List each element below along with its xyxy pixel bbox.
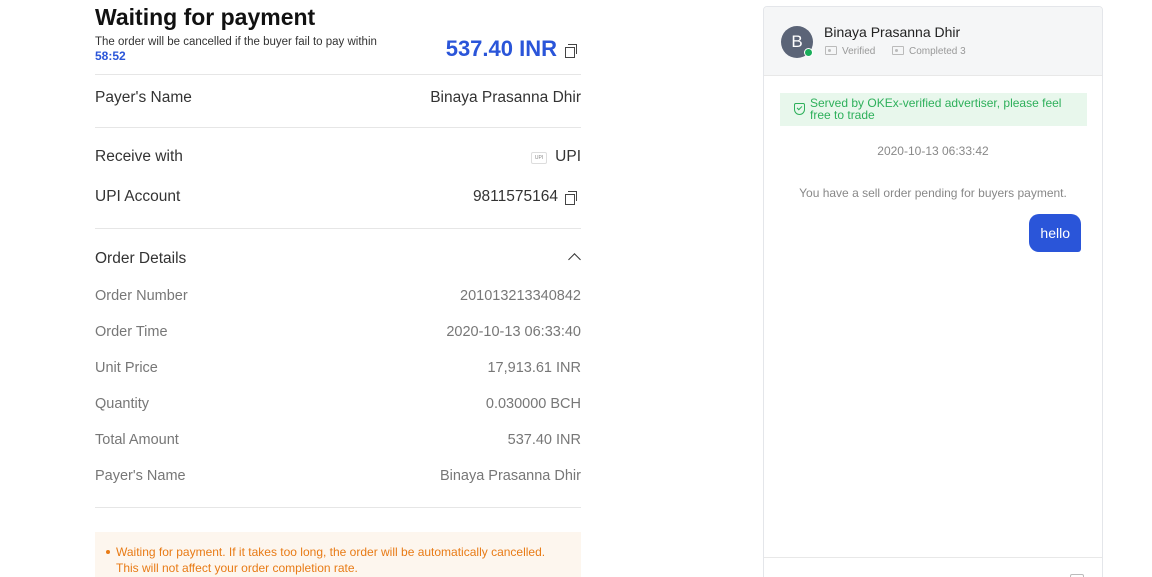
detail-row: Unit Price 17,913.61 INR [95,360,581,380]
system-message: You have a sell order pending for buyers… [799,186,1067,200]
detail-label: Order Time [95,324,168,340]
detail-row: Order Number 201013213340842 [95,288,581,308]
detail-row: Quantity 0.030000 BCH [95,396,581,416]
shield-check-icon [794,103,805,115]
upi-account-label: UPI Account [95,188,181,205]
chat-panel: B Binaya Prasanna Dhir Verified Complete… [763,6,1103,577]
chevron-up-icon[interactable] [568,253,581,266]
detail-row: Order Time 2020-10-13 06:33:40 [95,324,581,344]
chat-input-divider [764,557,1102,558]
detail-label: Unit Price [95,360,158,376]
payer-name-value: Binaya Prasanna Dhir [430,89,581,106]
online-status-icon [804,48,813,57]
detail-value: 2020-10-13 06:33:40 [446,324,581,340]
order-details-header[interactable]: Order Details [95,250,581,270]
upi-account-row: UPI Account 9811575164 [95,188,581,208]
copy-account-icon[interactable] [565,191,577,205]
detail-row: Payer's Name Binaya Prasanna Dhir [95,468,581,488]
detail-label: Payer's Name [95,468,186,484]
notice-line-1: Waiting for payment. If it takes too lon… [116,545,546,559]
detail-value: Binaya Prasanna Dhir [439,468,581,484]
id-card-icon [825,46,837,55]
divider [95,507,581,508]
chat-timestamp: 2020-10-13 06:33:42 [877,144,989,158]
detail-value: 537.40 INR [507,432,581,448]
upi-logo-icon: UPI [531,152,547,164]
payment-notice: Waiting for payment. If it takes too lon… [95,532,581,577]
receive-with-row: Receive with UPI UPI [95,148,581,168]
message-bubble: hello [1029,214,1081,252]
divider [95,127,581,128]
divider [95,228,581,229]
verified-banner: Served by OKEx-verified advertiser, plea… [780,93,1087,126]
detail-value: 201013213340842 [460,288,581,304]
detail-label: Total Amount [95,432,179,448]
detail-label: Quantity [95,396,149,412]
upi-account-value: 9811575164 [472,188,558,205]
bullet-icon [106,550,110,554]
verified-label: Verified [842,46,876,57]
detail-value: 17,913.61 INR [487,360,581,376]
completed-count: Completed 3 [909,46,966,57]
order-page: Waiting for payment The order will be ca… [0,0,1152,577]
chat-header: B Binaya Prasanna Dhir Verified Complete… [764,7,1102,76]
countdown-timer: 58:52 [95,49,126,63]
order-details-title: Order Details [95,250,187,267]
completed-icon [892,46,904,55]
copy-amount-icon[interactable] [565,44,577,58]
detail-label: Order Number [95,288,188,304]
receive-with-label: Receive with [95,148,183,165]
notice-line-2: This will not affect your order completi… [116,561,358,575]
payer-name-label: Payer's Name [95,89,192,106]
chat-user-name: Binaya Prasanna Dhir [824,24,961,40]
detail-row: Total Amount 537.40 INR [95,432,581,452]
receive-method-value: UPI [555,148,581,165]
cancel-warning: The order will be cancelled if the buyer… [95,36,377,48]
verified-banner-text: Served by OKEx-verified advertiser, plea… [810,96,1062,122]
page-title: Waiting for payment [95,4,316,30]
divider [95,74,581,75]
order-amount: 537.40 INR [445,36,557,61]
notice-text: Waiting for payment. If it takes too lon… [116,544,566,576]
payer-name-row: Payer's Name Binaya Prasanna Dhir [95,89,581,109]
detail-value: 0.030000 BCH [485,396,581,412]
